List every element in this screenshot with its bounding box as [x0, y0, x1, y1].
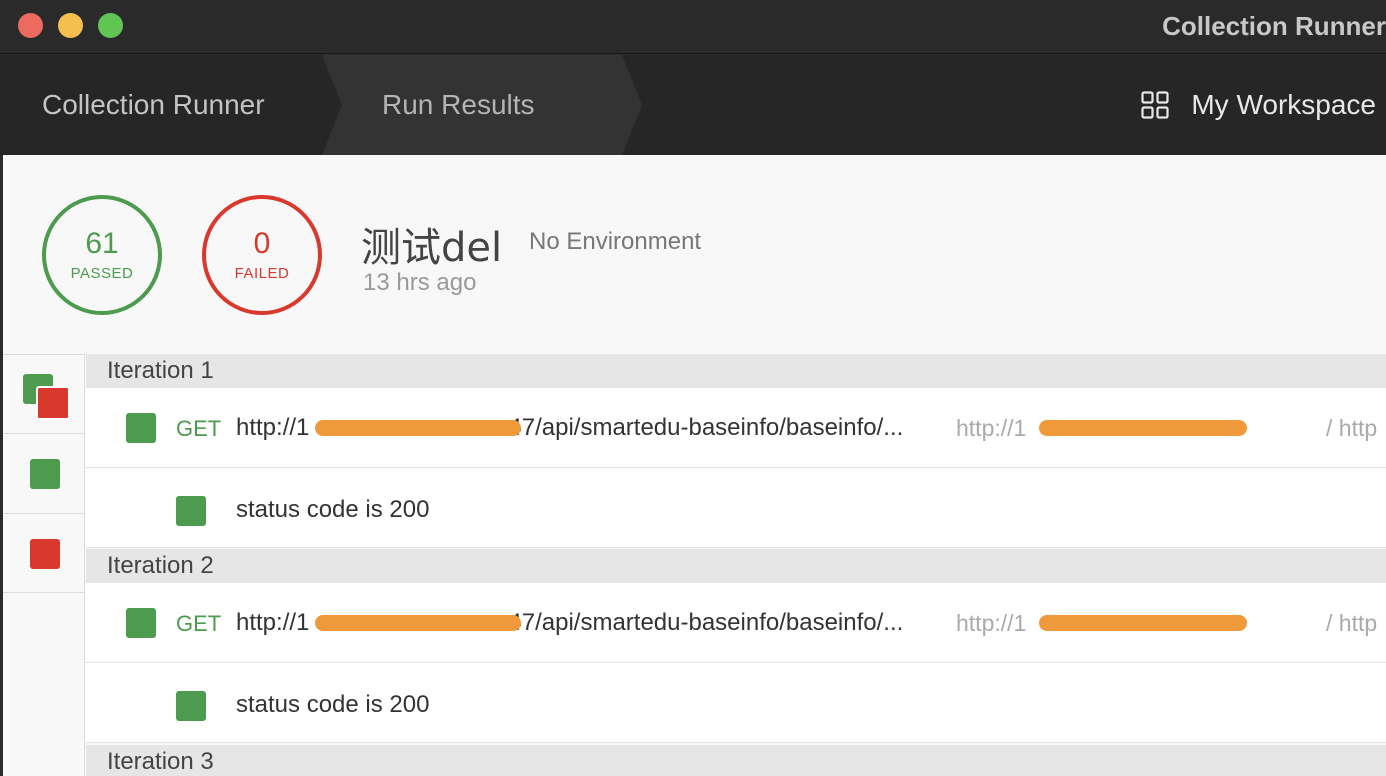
- window-title: Collection Runner: [1162, 11, 1386, 41]
- window-close-button[interactable]: [18, 13, 43, 38]
- grid-icon: [1141, 91, 1169, 119]
- run-summary: 61 PASSED 0 FAILED 测试del No Environment …: [3, 155, 1386, 355]
- test-pass-icon: [176, 496, 206, 526]
- passed-count-badge: 61 PASSED: [42, 195, 162, 315]
- failed-count-badge: 0 FAILED: [202, 195, 322, 315]
- request-extra-url: / http: [1326, 415, 1378, 441]
- run-time: 13 hrs ago: [363, 269, 477, 296]
- request-resolved-url-start: http://1: [956, 415, 1027, 441]
- workspace-label: My Workspace: [1191, 89, 1376, 120]
- test-name: status code is 200: [236, 691, 430, 718]
- iteration-header: Iteration 2: [86, 549, 1386, 583]
- request-url-start: http://1: [236, 414, 310, 441]
- request-extra-url: / http: [1326, 610, 1378, 636]
- nav-bar: Collection Runner Run Results My Workspa…: [0, 55, 1386, 155]
- redaction-mark: [1039, 420, 1247, 436]
- request-row[interactable]: GET http://1 47/api/smartedu-baseinfo/bas…: [86, 388, 1386, 468]
- passed-count: 61: [85, 227, 119, 260]
- window-maximize-button[interactable]: [98, 13, 123, 38]
- all-results-icon-failed-square: [36, 386, 70, 420]
- run-results-panel: 61 PASSED 0 FAILED 测试del No Environment …: [3, 155, 1386, 776]
- test-pass-icon: [176, 691, 206, 721]
- request-row[interactable]: GET http://1 47/api/smartedu-baseinfo/bas…: [86, 583, 1386, 663]
- result-filter-sidebar: [3, 354, 85, 776]
- filter-failed[interactable]: [3, 513, 85, 593]
- redaction-mark: [315, 420, 521, 436]
- environment-label: No Environment: [529, 228, 702, 255]
- filter-all[interactable]: [3, 354, 85, 434]
- window-minimize-button[interactable]: [58, 13, 83, 38]
- run-name: 测试del: [361, 225, 503, 271]
- iteration-header: Iteration 3: [86, 745, 1386, 776]
- failed-label: FAILED: [234, 265, 290, 282]
- request-status-icon: [126, 608, 156, 638]
- request-method: GET: [176, 416, 222, 441]
- workspace-switcher[interactable]: My Workspace: [1141, 89, 1376, 121]
- request-url-end: 47/api/smartedu-baseinfo/baseinfo/...: [508, 609, 904, 636]
- test-row: status code is 200: [86, 663, 1386, 743]
- iteration-header: Iteration 1: [86, 354, 1386, 388]
- request-url-end: 47/api/smartedu-baseinfo/baseinfo/...: [508, 414, 904, 441]
- redaction-mark: [315, 615, 521, 631]
- test-row: status code is 200: [86, 468, 1386, 548]
- title-bar: Collection Runner: [0, 0, 1386, 54]
- passed-filter-icon: [30, 459, 60, 489]
- request-method: GET: [176, 611, 222, 636]
- request-url-start: http://1: [236, 609, 310, 636]
- redaction-mark: [1039, 615, 1247, 631]
- results-list: Iteration 1 GET http://1 47/api/smartedu-…: [86, 354, 1386, 776]
- breadcrumb-collection-runner[interactable]: Collection Runner: [42, 89, 265, 121]
- failed-count: 0: [253, 227, 271, 260]
- request-status-icon: [126, 413, 156, 443]
- breadcrumb-run-results[interactable]: Run Results: [382, 89, 535, 121]
- passed-label: PASSED: [70, 265, 134, 282]
- filter-passed[interactable]: [3, 433, 85, 513]
- request-resolved-url-start: http://1: [956, 610, 1027, 636]
- test-name: status code is 200: [236, 496, 430, 523]
- failed-filter-icon: [30, 539, 60, 569]
